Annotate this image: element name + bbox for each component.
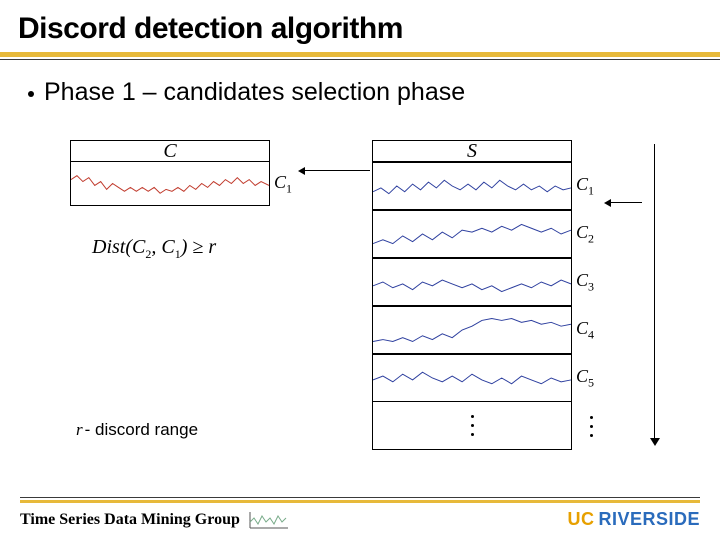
footer-group: Time Series Data Mining Group [20, 510, 290, 530]
s-plot [372, 354, 572, 402]
logo-riverside: RIVERSIDE [598, 509, 700, 530]
label-var: C [576, 174, 588, 194]
mini-waveform-icon [246, 510, 290, 530]
s-row: C5 [372, 354, 594, 402]
waveform-icon [373, 259, 571, 305]
legend-text: discord range [95, 420, 198, 439]
label-sub: 4 [588, 327, 594, 341]
r-legend: r- discord range [76, 420, 198, 440]
vertical-ellipsis-icon [372, 402, 572, 450]
bullet-item: Phase 1 – candidates selection phase [24, 78, 696, 107]
c-row-label: C1 [274, 172, 292, 197]
s-row-ellipsis [372, 402, 594, 450]
waveform-icon [373, 355, 571, 401]
label-var: C [576, 270, 588, 290]
page-title: Discord detection algorithm [18, 12, 702, 46]
footer-group-text: Time Series Data Mining Group [20, 511, 240, 529]
bullet-dot-icon [28, 91, 34, 97]
formula-arg1-sub: 2 [145, 247, 151, 261]
s-row-label: C5 [576, 366, 594, 391]
label-sub: 5 [588, 375, 594, 389]
arrow-left-icon [300, 170, 370, 171]
label-sub: 2 [588, 231, 594, 245]
arrow-down-icon [654, 144, 655, 444]
s-row: C3 [372, 258, 594, 306]
footer: Time Series Data Mining Group UCRIVERSID… [0, 497, 720, 540]
footer-bar: Time Series Data Mining Group UCRIVERSID… [0, 503, 720, 540]
s-row-label: C3 [576, 270, 594, 295]
label-sub: 3 [588, 279, 594, 293]
waveform-icon [373, 211, 571, 257]
rule-gold [0, 52, 720, 57]
s-plot [372, 306, 572, 354]
c-row: C1 [70, 162, 292, 206]
s-header: S [372, 140, 572, 162]
waveform-icon [373, 307, 571, 353]
formula-func: Dist [92, 236, 125, 258]
s-row: C4 [372, 306, 594, 354]
s-row-label: C4 [576, 318, 594, 343]
formula-arg2-var: C [161, 236, 174, 258]
waveform-icon [71, 162, 269, 205]
label-var: C [576, 222, 588, 242]
legend-var: r [76, 420, 83, 439]
c-plot-1 [70, 162, 270, 206]
c-panel: C C1 [70, 140, 292, 206]
s-plot [372, 210, 572, 258]
s-row: C1 [372, 162, 594, 210]
label-var: C [576, 318, 588, 338]
logo-uc: UC [567, 509, 594, 530]
s-plot [372, 162, 572, 210]
formula-op: ≥ [192, 236, 203, 258]
slide: Discord detection algorithm Phase 1 – ca… [0, 0, 720, 540]
footer-rule [20, 497, 700, 498]
s-row: C2 [372, 210, 594, 258]
content: Phase 1 – candidates selection phase [0, 60, 720, 107]
label-var: C [274, 172, 286, 192]
university-logo: UCRIVERSIDE [567, 509, 700, 530]
label-sub: 1 [286, 181, 292, 195]
label-sub: 1 [588, 183, 594, 197]
arrow-pointer-icon [606, 202, 642, 203]
formula-rhs: r [208, 236, 216, 258]
formula-arg2-sub: 1 [175, 247, 181, 261]
label-var: C [576, 366, 588, 386]
s-row-label: C1 [576, 174, 594, 199]
formula-arg1-var: C [132, 236, 145, 258]
vertical-ellipsis-icon [590, 416, 593, 437]
c-header: C [70, 140, 270, 162]
title-region: Discord detection algorithm [0, 0, 720, 52]
s-row-label: C2 [576, 222, 594, 247]
legend-dash: - [85, 420, 91, 439]
bullet-text: Phase 1 – candidates selection phase [44, 78, 465, 107]
diagram: C C1 Dist(C2, C1) ≥ r r- discord range S [0, 120, 720, 480]
distance-formula: Dist(C2, C1) ≥ r [92, 236, 216, 262]
s-panel: S C1 C2 C3 [372, 140, 594, 450]
waveform-icon [373, 163, 571, 209]
s-plot [372, 258, 572, 306]
